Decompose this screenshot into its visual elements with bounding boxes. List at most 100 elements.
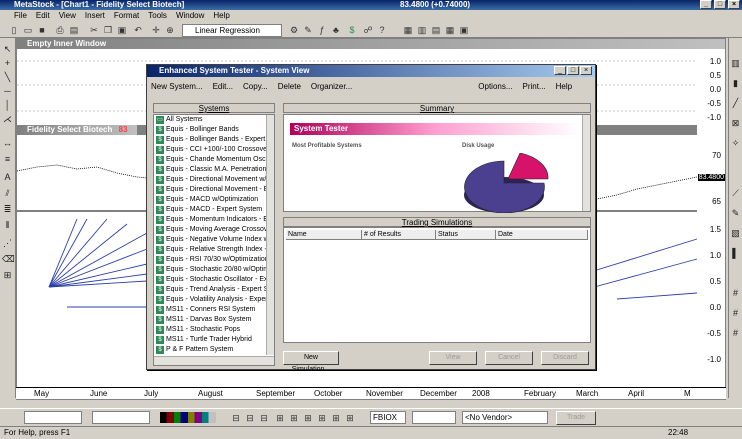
col-name[interactable]: Name [286,230,362,240]
list-item[interactable]: $ Equis - Relative Strength Index - Ex [154,245,274,255]
line-chart-icon[interactable]: ╱ [730,98,741,109]
draw-icon[interactable]: ⟋ [730,188,741,199]
vline-icon[interactable]: │ [2,100,13,111]
formula-icon[interactable]: ƒ [316,24,328,36]
list-item[interactable]: $ Equis - Chande Momentum Oscillato [154,155,274,165]
new-icon[interactable]: ▯ [8,24,20,36]
menu-help[interactable]: Help [213,10,229,22]
minimize-button[interactable]: _ [700,0,712,9]
menu-tools[interactable]: Tools [148,10,167,22]
layout-3-icon[interactable]: ▤ [430,24,442,36]
maximize-button[interactable]: □ [714,0,726,9]
list-item[interactable]: $ Equis - CCI +100/-100 Crossover [154,145,274,155]
menu-window[interactable]: Window [176,10,204,22]
align-center-icon[interactable]: ⊟ [244,412,256,424]
hline-icon[interactable]: ─ [2,86,13,97]
layout-f-icon[interactable]: ⊞ [344,412,356,424]
line-icon[interactable]: ╲ [2,72,13,83]
indicator-icon[interactable]: ⚙ [288,24,300,36]
print-icon[interactable]: ⎙ [54,24,66,36]
layout-b-icon[interactable]: ⊞ [288,412,300,424]
bars-icon[interactable]: ≡ [2,154,13,165]
systems-list[interactable]: ▭ All Systems $ Equis - Bollinger Bands $ E… [153,114,275,366]
cut-icon[interactable]: ✂ [88,24,100,36]
hash-icon-2[interactable]: # [730,308,741,319]
edit-button[interactable]: Edit... [213,79,233,95]
list-item[interactable]: $ Equis - Classic M.A. Penetration w/ [154,165,274,175]
bars-icon-2[interactable]: ▌ [730,248,741,259]
discard-button[interactable]: Discard [541,351,589,365]
line-style-combo[interactable] [24,411,82,424]
new-simulation-button[interactable]: New Simulation... [283,351,339,373]
list-item[interactable]: $ MS11 - Conners RSI System [154,305,274,315]
systems-hscrollbar[interactable] [154,356,274,365]
fib-icon[interactable]: ≣ [2,204,13,215]
save-icon[interactable]: ■ [36,24,48,36]
view-button[interactable]: View [429,351,477,365]
list-item[interactable]: $ MS11 - Stochastic Pops [154,325,274,335]
delete-button[interactable]: Delete [278,79,301,95]
col-results[interactable]: # of Results [362,230,436,240]
trading-simulations-table[interactable]: Name # of Results Status Date [283,227,591,343]
menu-view[interactable]: View [59,10,76,22]
fan-icon[interactable]: ⋌ [2,114,13,125]
dollar-icon[interactable]: $ [346,24,358,36]
cycle-icon[interactable]: ⦀ [2,220,13,231]
preview-icon[interactable]: ▤ [68,24,80,36]
paint-icon[interactable]: ▧ [730,228,741,239]
expert-icon[interactable]: ✎ [302,24,314,36]
candle-icon[interactable]: ▮ [730,78,741,89]
color-palette[interactable] [160,412,216,423]
layout-1-icon[interactable]: ▦ [402,24,414,36]
pen-icon[interactable]: ✎ [730,208,741,219]
explorer-icon[interactable]: ☍ [362,24,374,36]
line-width-combo[interactable] [92,411,150,424]
open-icon[interactable]: ▭ [22,24,34,36]
list-item[interactable]: $ Equis - Negative Volume Index w/C [154,235,274,245]
options-button[interactable]: Options... [478,79,512,95]
align-left-icon[interactable]: ⊟ [230,412,242,424]
arrow-lr-icon[interactable]: ↔ [2,138,13,149]
text-icon[interactable]: A [2,172,13,183]
dialog-close-button[interactable]: × [580,66,592,75]
channel-icon[interactable]: ⫽ [2,188,13,199]
close-button[interactable]: × [728,0,740,9]
vendor-combo[interactable]: <No Vendor> [462,411,548,424]
col-status[interactable]: Status [436,230,496,240]
period-combo[interactable] [412,411,456,424]
gann-icon[interactable]: ⋰ [2,238,13,249]
dialog-minimize-button[interactable]: _ [554,66,566,75]
layout-2-icon[interactable]: ▥ [416,24,428,36]
paste-icon[interactable]: ▣ [116,24,128,36]
help-icon[interactable]: ? [376,24,388,36]
symbol-field[interactable]: FBIOX [370,411,406,424]
layout-d-icon[interactable]: ⊞ [316,412,328,424]
menu-format[interactable]: Format [114,10,139,22]
list-item[interactable]: $ Equis - Volatility Analysis - Expert Sy [154,295,274,305]
list-item[interactable]: $ Equis - Stochastic Oscillator - Expert [154,275,274,285]
organizer-button[interactable]: Organizer... [311,79,352,95]
indicator-combo[interactable]: Linear Regression Slope [182,24,282,46]
list-item[interactable]: $ Equis - Trend Analysis - Expert Syst [154,285,274,295]
layout-c-icon[interactable]: ⊞ [302,412,314,424]
list-item[interactable]: $ Equis - Bollinger Bands [154,125,274,135]
trade-button[interactable]: Trade [556,411,596,425]
list-item[interactable]: $ MS11 - Turtle Trader Hybrid [154,335,274,345]
list-item[interactable]: $ Equis - RSI 70/30 w/Optimization [154,255,274,265]
summary-scrollbar[interactable] [582,115,590,211]
new-system-button[interactable]: New System... [151,79,203,95]
menu-insert[interactable]: Insert [85,10,105,22]
menu-edit[interactable]: Edit [36,10,50,22]
layout-a-icon[interactable]: ⊞ [274,412,286,424]
layout-4-icon[interactable]: ▦ [444,24,456,36]
list-item[interactable]: $ Equis - MACD - Expert System [154,205,274,215]
list-item[interactable]: $ Equis - Bollinger Bands - Expert Syst [154,135,274,145]
list-item[interactable]: $ Equis - Directional Movement w/Op [154,175,274,185]
cross-icon[interactable]: + [2,58,13,69]
eraser-icon[interactable]: ⌫ [2,254,15,265]
crosshair-icon[interactable]: ✛ [150,24,162,36]
wand-icon[interactable]: ✧ [730,138,741,149]
scale-icon[interactable]: ⊠ [730,118,741,129]
align-right-icon[interactable]: ⊟ [258,412,270,424]
list-item[interactable]: $ Equis - Directional Movement - Expe [154,185,274,195]
